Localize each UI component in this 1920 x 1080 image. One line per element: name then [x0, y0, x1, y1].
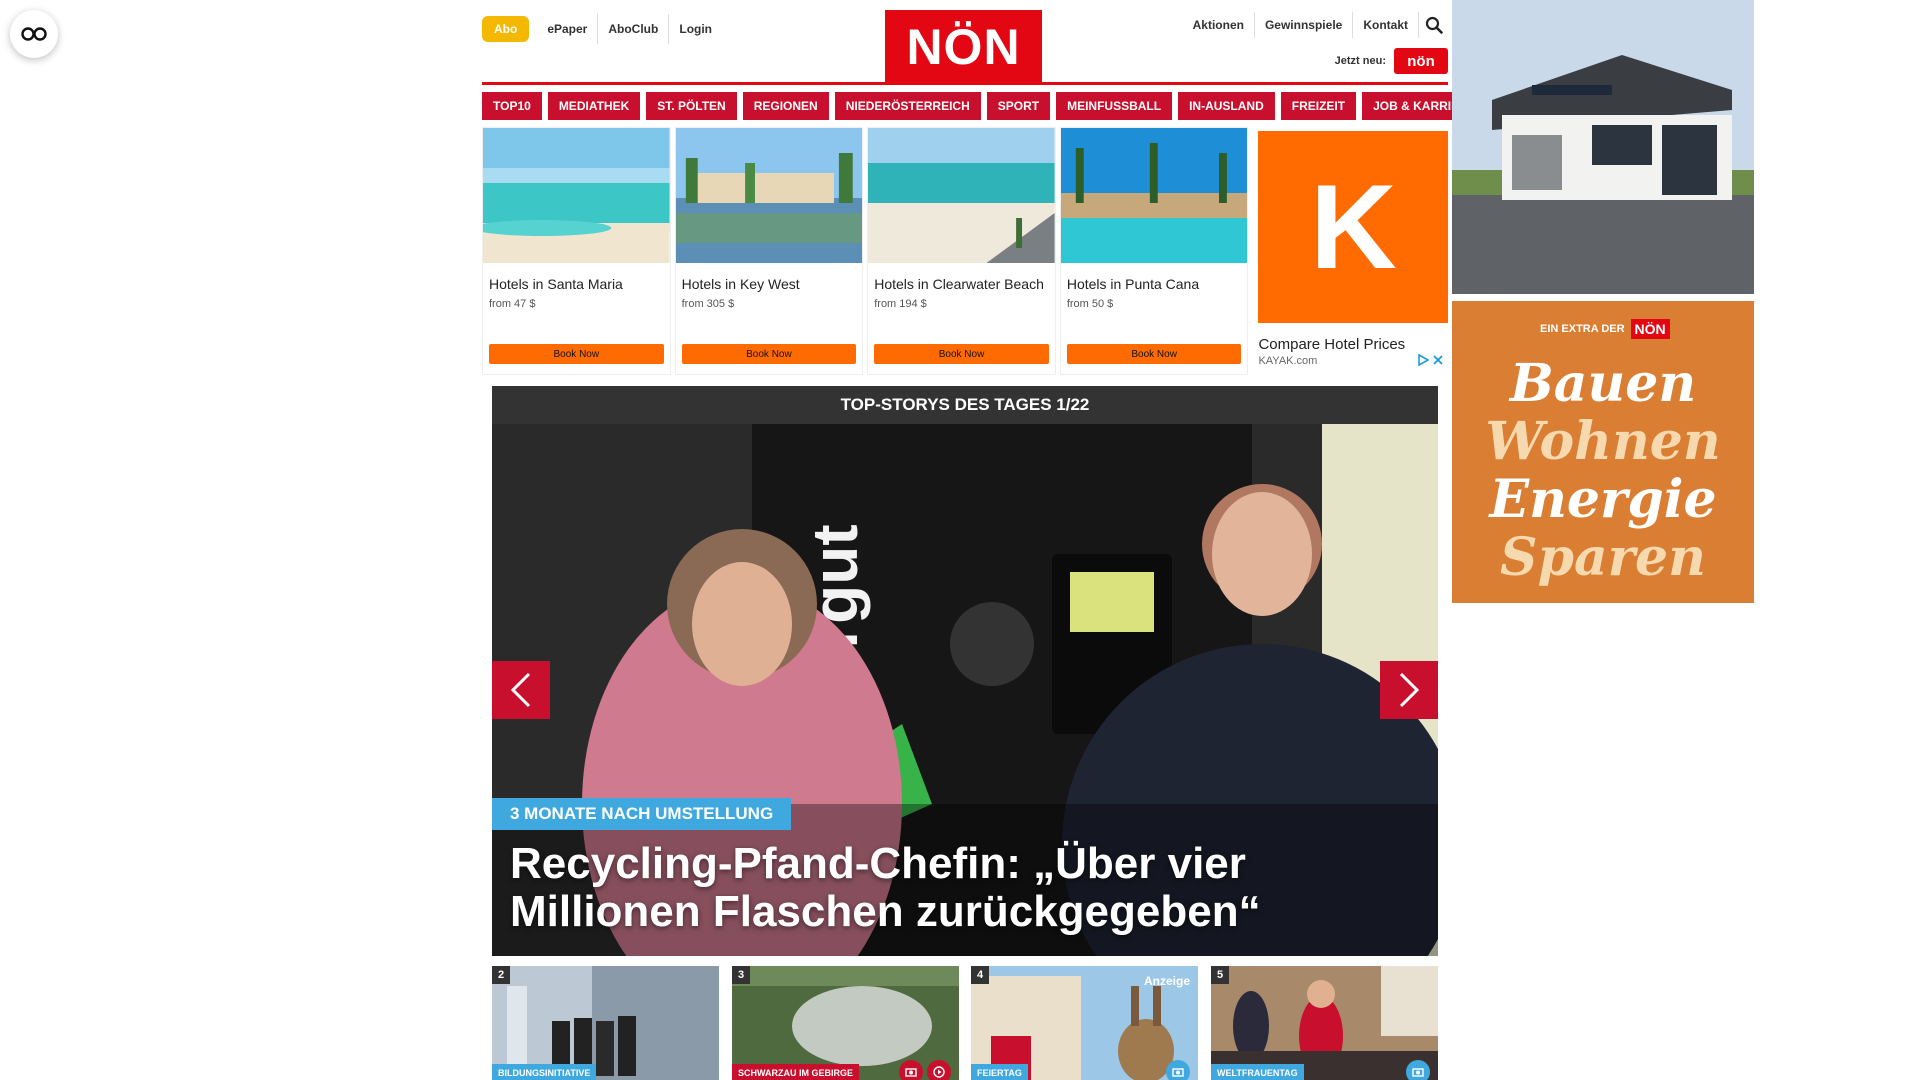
nav-item-in-ausland[interactable]: IN-AUSLAND — [1178, 92, 1275, 120]
epaper-link[interactable]: ePaper — [537, 14, 597, 44]
hotel-name: Hotels in Key West — [681, 276, 800, 292]
hotel-price: from 50 $ — [1066, 298, 1114, 310]
house-image — [1452, 0, 1754, 294]
play-icon — [927, 1060, 951, 1080]
nav-item-top10[interactable]: TOP10 — [482, 92, 542, 120]
hotel-ad-banner: Hotels in Santa Maria from 47 $ Book Now… — [473, 127, 1449, 375]
book-now-button[interactable]: Book Now — [681, 344, 857, 364]
nav-item-meinfussball[interactable]: MEINFUSSBALL — [1056, 92, 1173, 120]
nav-item-mediathek[interactable]: MEDIATHEK — [547, 92, 641, 120]
kayak-url: KAYAK.com — [1258, 355, 1318, 367]
camera-icon — [899, 1060, 923, 1080]
kayak-panel: K Compare Hotel Prices KAYAK.com — [1252, 127, 1449, 375]
login-link[interactable]: Login — [668, 14, 722, 44]
nav-item-freizeit[interactable]: FREIZEIT — [1280, 92, 1357, 120]
gewinnspiele-link[interactable]: Gewinnspiele — [1253, 12, 1352, 38]
next-story-button[interactable] — [1380, 661, 1438, 719]
nav-item-sport[interactable]: SPORT — [986, 92, 1051, 120]
service-nav: Aktionen Gewinnspiele Kontakt — [1183, 12, 1448, 38]
close-icon[interactable] — [1432, 354, 1444, 366]
jetzt-neu-label: Jetzt neu: — [1334, 55, 1386, 67]
chevron-left-icon — [510, 672, 531, 708]
hotel-card[interactable]: Hotels in Clearwater Beach from 194 $ Bo… — [867, 127, 1056, 375]
beach-image — [868, 128, 1055, 263]
story-thumb[interactable]: 2 BILDUNGSINITIATIVE — [492, 966, 719, 1080]
story-number: 5 — [1211, 966, 1229, 984]
utility-nav: Abo ePaper AboClub Login — [482, 14, 722, 44]
hotel-card[interactable]: Hotels in Santa Maria from 47 $ Book Now — [473, 127, 671, 375]
ad-word-energie: Energie — [1489, 469, 1717, 530]
hero-title[interactable]: Recycling-Pfand-Chefin: „Über vier Milli… — [510, 840, 1410, 936]
hotel-name: Hotels in Santa Maria — [489, 276, 623, 292]
adchoices-icon[interactable] — [1417, 354, 1430, 366]
beach-image — [675, 128, 863, 263]
thumb-image — [1211, 966, 1438, 1080]
chevron-right-icon — [1399, 672, 1420, 708]
book-now-button[interactable]: Book Now — [874, 344, 1049, 364]
ad-label: Anzeige — [1143, 974, 1190, 988]
story-tag: BILDUNGSINITIATIVE — [492, 1064, 597, 1080]
abo-button[interactable]: Abo — [482, 16, 530, 42]
aboclub-link[interactable]: AboClub — [597, 14, 668, 44]
ad-word-bauen: Bauen — [1509, 353, 1697, 414]
prev-story-button[interactable] — [492, 661, 550, 719]
story-thumb[interactable]: 4 Anzeige FEIERTAG — [971, 966, 1198, 1080]
story-number: 2 — [492, 966, 510, 984]
story-tag: FEIERTAG — [971, 1064, 1028, 1080]
accessibility-button[interactable] — [10, 10, 58, 58]
nav-item-niederoesterreich[interactable]: NIEDERÖSTERREICH — [834, 92, 981, 120]
hotel-name: Hotels in Punta Cana — [1066, 276, 1200, 292]
photo-credit: FOTO: BAUMIT — [1454, 287, 1497, 293]
media-icons — [899, 1060, 951, 1080]
story-thumb[interactable]: 5 WELTFRAUENTAG — [1211, 966, 1438, 1080]
top-stories-heading: TOP-STORYS DES TAGES 1/22 — [492, 386, 1438, 424]
jetzt-neu: Jetzt neu: nön — [1335, 48, 1448, 74]
house-ad[interactable]: FOTO: BAUMIT — [1452, 0, 1754, 294]
hotel-card[interactable]: Hotels in Punta Cana from 50 $ Book Now — [1059, 127, 1249, 375]
book-now-button[interactable]: Book Now — [1066, 344, 1242, 364]
story-tag: WELTFRAUENTAG — [1211, 1064, 1304, 1080]
hotel-price: from 305 $ — [681, 298, 735, 310]
site-header: Abo ePaper AboClub Login NÖN Aktionen Ge… — [482, 0, 1448, 90]
book-now-button[interactable]: Book Now — [489, 344, 664, 364]
aktionen-link[interactable]: Aktionen — [1183, 12, 1254, 38]
ad-word-sparen: Sparen — [1500, 527, 1706, 588]
extra-label: EIN EXTRA DER NÖN — [1540, 319, 1670, 339]
hero-kicker: 3 MONATE NACH UMSTELLUNG — [492, 798, 792, 830]
hotel-card[interactable]: Hotels in Key West from 305 $ Book Now — [674, 127, 864, 375]
thumb-image — [492, 966, 719, 1080]
media-icons — [1406, 1060, 1430, 1080]
story-number: 3 — [732, 966, 750, 984]
hotel-price: from 47 $ — [489, 298, 536, 310]
header-divider — [482, 82, 1448, 85]
kayak-title[interactable]: Compare Hotel Prices — [1258, 336, 1405, 353]
bauen-wohnen-ad[interactable]: EIN EXTRA DER NÖN Bauen Wohnen Energie S… — [1452, 301, 1754, 603]
camera-icon — [1166, 1060, 1190, 1080]
glasses-icon — [21, 27, 47, 41]
media-icons — [1166, 1060, 1190, 1080]
noen-app-logo[interactable]: nön — [1394, 48, 1448, 74]
ad-choices[interactable] — [1417, 354, 1444, 366]
nav-item-regionen[interactable]: REGIONEN — [742, 92, 829, 120]
hero-story[interactable]: Leergut 3 MONATE NACH UMSTELLUNG Recycli… — [492, 424, 1438, 956]
beach-image — [473, 128, 670, 263]
extra-text: EIN EXTRA DER — [1540, 323, 1625, 335]
site-logo[interactable]: NÖN — [885, 10, 1042, 83]
kontakt-link[interactable]: Kontakt — [1352, 12, 1418, 38]
hotel-price: from 194 $ — [874, 298, 927, 310]
kayak-logo[interactable]: K — [1258, 131, 1449, 323]
story-tag: SCHWARZAU IM GEBIRGE — [732, 1064, 860, 1080]
ad-word-wohnen: Wohnen — [1485, 411, 1721, 472]
beach-image — [1060, 128, 1248, 263]
nav-item-st-poelten[interactable]: ST. PÖLTEN — [646, 92, 737, 120]
camera-icon — [1406, 1060, 1430, 1080]
extra-logo: NÖN — [1630, 319, 1670, 339]
hotel-name: Hotels in Clearwater Beach — [874, 276, 1044, 292]
main-nav: TOP10 MEDIATHEK ST. PÖLTEN REGIONEN NIED… — [482, 92, 1487, 120]
story-thumbnails: 2 BILDUNGSINITIATIVE 3 SCHWARZAU IM GEBI… — [492, 966, 1438, 1080]
search-icon[interactable] — [1418, 12, 1448, 38]
story-thumb[interactable]: 3 SCHWARZAU IM GEBIRGE — [732, 966, 959, 1080]
story-number: 4 — [971, 966, 989, 984]
